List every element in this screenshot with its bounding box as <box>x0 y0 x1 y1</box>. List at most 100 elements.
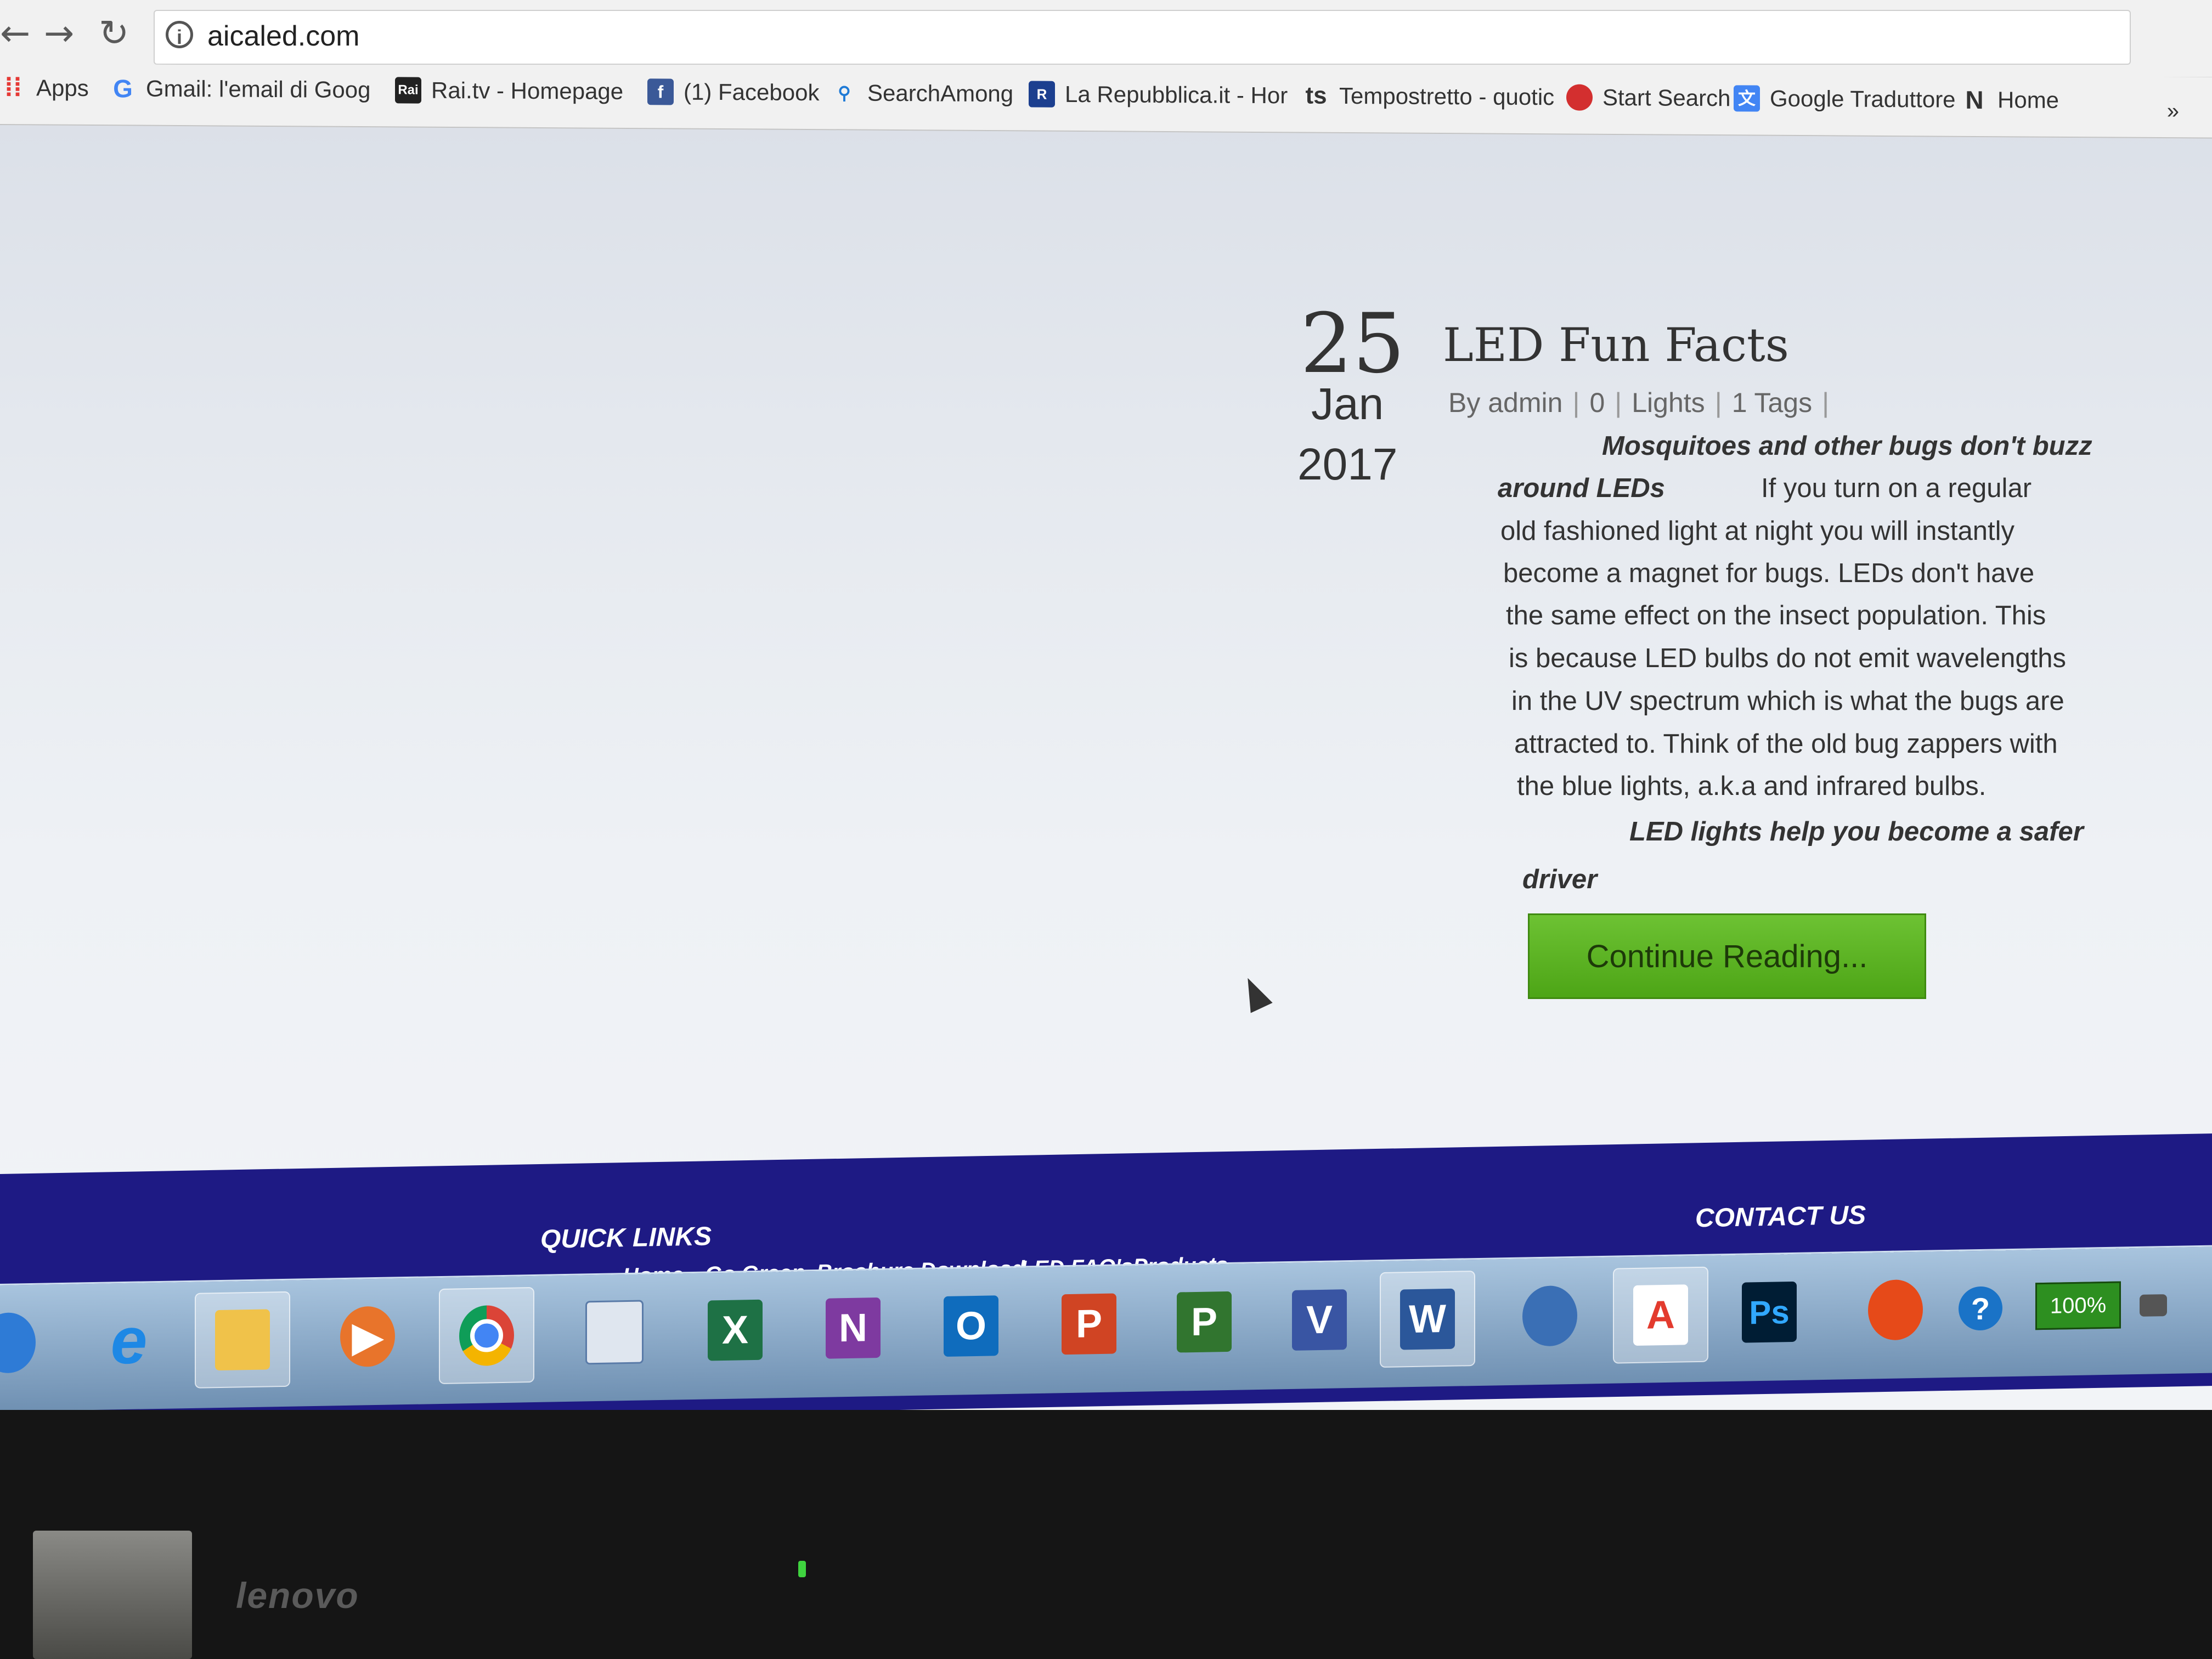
omnibox[interactable]: i aicaled.com <box>154 10 2131 65</box>
bookmark-label: Home <box>1997 87 2059 113</box>
acrobat-icon: A <box>1633 1284 1688 1346</box>
mouse-cursor-icon <box>1237 973 1273 1013</box>
powerpoint-icon: P <box>1062 1293 1116 1355</box>
post-date-day: 25 <box>1300 296 1405 392</box>
laptop-bezel <box>0 1410 2212 1659</box>
post-title[interactable]: LED Fun Facts <box>1443 318 1789 372</box>
screen: ← → ↻ i aicaled.com ⁞⁞ Apps G Gmail: l'e… <box>0 0 2212 1426</box>
continue-reading-button[interactable]: Continue Reading... <box>1528 913 1926 999</box>
internet-explorer-icon: e <box>110 1304 148 1378</box>
bookmark-tempostretto[interactable]: ts Tempostretto - quotic <box>1303 82 1555 111</box>
excerpt-heading: driver <box>1522 865 1598 894</box>
bookmark-repubblica[interactable]: R La Repubblica.it - Hor <box>1029 81 1288 109</box>
excerpt-heading: Mosquitoes and other bugs don't buzz <box>1602 431 2092 461</box>
excerpt-text: old fashioned light at night you will in… <box>1500 516 2015 546</box>
bookmark-facebook[interactable]: f (1) Facebook <box>647 78 819 106</box>
taskbar-thunderbird[interactable] <box>1503 1268 1596 1363</box>
excerpt-text: attracted to. Think of the old bug zappe… <box>1514 729 2058 759</box>
taskbar-chrome[interactable] <box>439 1286 534 1385</box>
excerpt-heading: LED lights help you become a safer <box>1629 817 2084 847</box>
taskbar-excel[interactable]: X <box>689 1283 782 1378</box>
laptop-hinge <box>33 1531 192 1659</box>
bookmark-label: Rai.tv - Homepage <box>431 77 624 104</box>
visio-icon: V <box>1292 1289 1347 1351</box>
taskbar-outlook[interactable]: O <box>924 1279 1018 1374</box>
ts-icon: ts <box>1305 82 1327 109</box>
wifi-led-icon <box>798 1561 806 1577</box>
google-translate-icon: 文 <box>1734 85 1760 112</box>
bookmark-label: (1) Facebook <box>684 78 820 106</box>
chrome-center-icon <box>470 1318 503 1353</box>
post-date-month: Jan <box>1311 379 1384 429</box>
bookmark-gmail[interactable]: G Gmail: l'email di Goog <box>110 74 371 103</box>
post-date-year: 2017 <box>1297 439 1398 489</box>
taskbar-onenote[interactable]: N <box>806 1280 900 1375</box>
forward-arrow-icon[interactable]: → <box>44 12 74 54</box>
post-comments[interactable]: 0 <box>1589 387 1605 418</box>
taskbar-internet-explorer[interactable]: e <box>82 1293 176 1388</box>
taskbar-office[interactable] <box>1849 1262 1942 1357</box>
taskbar-app-window[interactable] <box>568 1285 661 1380</box>
bookmark-label: Apps <box>36 75 89 101</box>
word-icon: W <box>1400 1288 1455 1350</box>
play-icon: ▶ <box>340 1306 395 1368</box>
excel-icon: X <box>708 1299 763 1361</box>
taskbar-help[interactable]: ? <box>1934 1261 2027 1356</box>
excerpt-text: is because LED bulbs do not emit wavelen… <box>1509 644 2066 673</box>
info-icon[interactable]: i <box>166 21 193 48</box>
bookmark-label: Google Traduttore <box>1770 85 1956 112</box>
taskbar-word[interactable]: W <box>1380 1271 1475 1368</box>
battery-indicator[interactable]: 100% <box>2035 1281 2121 1330</box>
post-category[interactable]: Lights <box>1632 387 1705 418</box>
bookmark-searchamong[interactable]: ⚲ SearchAmong <box>831 80 1013 107</box>
folder-icon <box>215 1309 270 1371</box>
google-g-icon: G <box>113 74 133 103</box>
taskbar-powerpoint[interactable]: P <box>1042 1277 1136 1372</box>
excerpt-text: in the UV spectrum which is what the bug… <box>1511 686 2064 716</box>
back-arrow-icon[interactable]: ← <box>0 12 30 54</box>
bookmark-label: Start Search <box>1602 84 1731 111</box>
repubblica-icon: R <box>1029 81 1055 108</box>
rai-icon: Rai <box>395 77 421 104</box>
lenovo-logo: lenovo <box>236 1575 359 1616</box>
bookmark-home[interactable]: N Home <box>1961 85 2059 115</box>
taskbar-visio[interactable]: V <box>1273 1273 1366 1368</box>
start-button[interactable] <box>0 1295 49 1390</box>
photoshop-icon: Ps <box>1742 1281 1797 1343</box>
bookmark-rai[interactable]: Rai Rai.tv - Homepage <box>395 77 623 105</box>
excerpt-text: If you turn on a regular <box>1761 473 2032 503</box>
taskbar-project[interactable]: P <box>1158 1274 1251 1369</box>
taskbar-media-player[interactable]: ▶ <box>321 1289 414 1384</box>
facebook-icon: f <box>647 78 674 105</box>
chrome-icon <box>459 1305 514 1367</box>
taskbar-photoshop[interactable]: Ps <box>1723 1265 1816 1359</box>
bookmark-label: La Repubblica.it - Hor <box>1065 81 1288 109</box>
url-text: aicaled.com <box>207 20 360 52</box>
n-icon: N <box>1965 85 1984 115</box>
post-author[interactable]: By admin <box>1448 387 1562 418</box>
post-tags[interactable]: 1 Tags <box>1732 387 1812 418</box>
bookmark-label: Tempostretto - quotic <box>1339 82 1555 110</box>
bookmark-start-search[interactable]: Start Search <box>1566 84 1730 111</box>
reload-icon[interactable]: ↻ <box>99 12 129 54</box>
onenote-icon: N <box>826 1297 881 1359</box>
windows-logo-icon <box>0 1312 36 1374</box>
thunderbird-icon <box>1522 1285 1577 1347</box>
bookmark-apps[interactable]: ⁞⁞ Apps <box>0 73 89 102</box>
bookmarks-bar: ⁞⁞ Apps G Gmail: l'email di Goog Rai Rai… <box>0 64 2212 139</box>
post-meta: By admin | 0 | Lights | 1 Tags | <box>1448 387 1830 418</box>
quick-links-title: QUICK LINKS <box>540 1222 712 1254</box>
bookmarks-overflow-button[interactable]: » <box>2167 99 2179 123</box>
contact-us-title: CONTACT US <box>1695 1200 1866 1233</box>
excerpt-text: the same effect on the insect population… <box>1506 601 2046 630</box>
help-icon: ? <box>1959 1286 2002 1331</box>
start-search-icon <box>1566 84 1593 111</box>
taskbar-acrobat[interactable]: A <box>1613 1266 1708 1364</box>
bookmark-label: Gmail: l'email di Goog <box>146 75 371 103</box>
bookmark-google-translate[interactable]: 文 Google Traduttore <box>1734 85 1956 112</box>
office-icon <box>1868 1279 1923 1341</box>
project-icon: P <box>1177 1291 1232 1353</box>
taskbar-file-explorer[interactable] <box>195 1291 290 1389</box>
taskbar-power-plug[interactable] <box>2129 1259 2178 1353</box>
app-window-icon <box>585 1300 644 1365</box>
